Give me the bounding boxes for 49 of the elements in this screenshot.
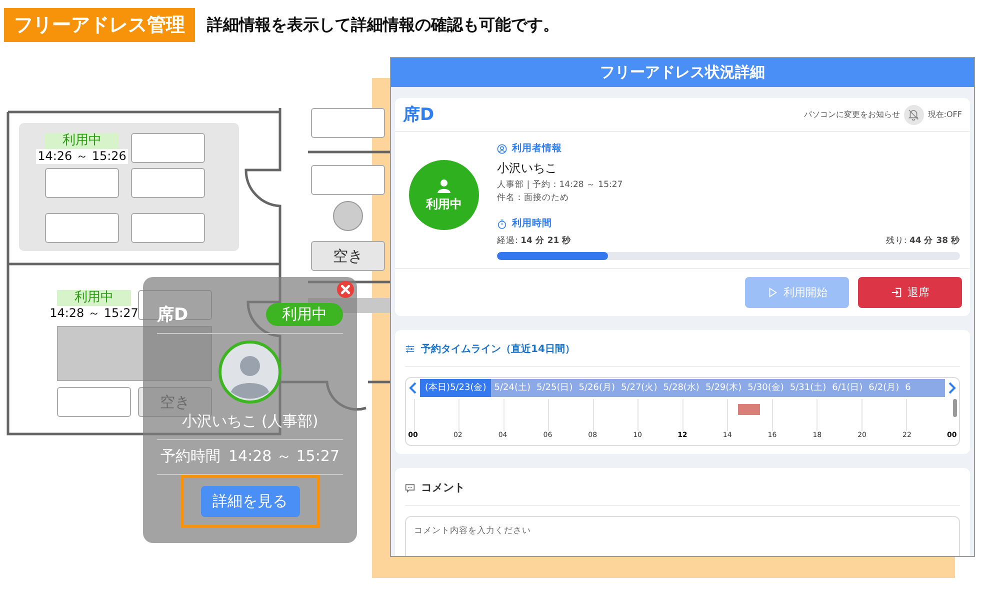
avatar-icon [218, 340, 282, 404]
close-icon[interactable] [336, 280, 355, 299]
play-icon [766, 287, 778, 298]
muted-bell-icon [907, 108, 920, 121]
reservation-time: 14:28 ～ 15:27 [228, 447, 340, 466]
details-button[interactable]: 詳細を見る [200, 486, 300, 517]
seat-name: 席D [157, 304, 188, 326]
desk[interactable] [311, 165, 385, 195]
status-badge: 利用中 [57, 290, 131, 306]
notify-label: パソコンに変更をお知らせ [804, 109, 900, 120]
desk[interactable] [45, 168, 119, 198]
reservation-label: 予約時間 [160, 447, 220, 466]
elapsed-time: 経過: 14 分 21 秒 [497, 235, 572, 247]
desk[interactable] [131, 133, 205, 163]
page-title-badge: フリーアドレス管理 [4, 8, 195, 42]
desk[interactable]: 空き [311, 241, 385, 271]
section-title: コメント [421, 480, 465, 495]
scrollbar-thumb[interactable] [953, 399, 957, 417]
desk[interactable] [131, 168, 205, 198]
time-label: 14:26 ～ 15:26 [36, 149, 128, 164]
seat-name: 席D [403, 104, 434, 126]
leave-button[interactable]: 退席 [858, 277, 962, 308]
comment-field[interactable]: コメント内容を入力ください [405, 516, 960, 556]
caption: 詳細情報を表示して詳細情報の確認も可能です。 [207, 14, 559, 36]
user-name: 小沢いちこ (人事部) [180, 412, 320, 431]
subject-text: 件名：面接のため [497, 192, 570, 205]
desk[interactable] [57, 387, 131, 417]
status-badge: 利用中 [45, 133, 119, 149]
remaining-time: 残り: 44 分 38 秒 [886, 235, 960, 247]
user-icon [497, 144, 507, 154]
section-title: 利用者情報 [512, 142, 562, 155]
exit-icon [890, 287, 902, 298]
notification-toggle[interactable] [904, 104, 924, 124]
date-tab[interactable]: (本日)5/23(金) [420, 378, 492, 396]
round-seat[interactable] [333, 201, 363, 231]
stopwatch-icon [497, 218, 507, 228]
status-badge: 利用中 [266, 302, 343, 326]
desk[interactable] [131, 213, 205, 243]
desk[interactable] [311, 108, 385, 138]
status-indicator: 利用中 [409, 160, 479, 230]
desk[interactable] [45, 213, 119, 243]
section-title: 予約タイムライン（直近14日間） [421, 342, 575, 356]
section-title: 利用時間 [512, 217, 552, 230]
comment-icon [405, 482, 415, 492]
notify-state: 現在:OFF [928, 109, 962, 120]
filter-icon [405, 344, 415, 354]
window-title: フリーアドレス状況詳細 [391, 58, 974, 87]
user-name: 小沢いちこ [497, 160, 558, 177]
user-detail: 人事部 | 予約：14:28 ～ 15:27 [497, 179, 624, 192]
